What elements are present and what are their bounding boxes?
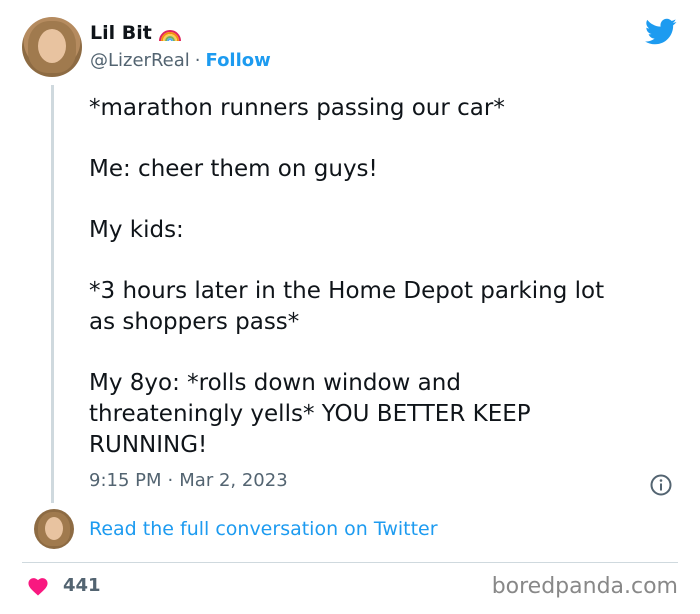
thread-line (51, 85, 54, 503)
avatar[interactable] (22, 17, 82, 77)
tweet-line: *marathon runners passing our car* (89, 95, 505, 121)
tweet-date: Mar 2, 2023 (179, 470, 288, 491)
info-icon[interactable] (650, 474, 672, 496)
like-count: 441 (63, 575, 101, 596)
user-name-row: Lil Bit (90, 22, 182, 44)
divider (22, 562, 678, 563)
tweet-line: My 8yo: *rolls down window and (89, 370, 461, 396)
separator-dot: · (194, 50, 201, 71)
tweet-line: threateningly yells* YOU BETTER KEEP (89, 401, 531, 427)
user-name[interactable]: Lil Bit (90, 22, 152, 44)
tweet-line: as shoppers pass* (89, 309, 300, 335)
handle-row: @LizerReal · Follow (90, 50, 271, 71)
avatar[interactable] (34, 509, 74, 549)
tweet-line: *3 hours later in the Home Depot parking… (89, 278, 605, 304)
tweet-line: RUNNING! (89, 432, 208, 458)
tweet-text: *marathon runners passing our car* Me: c… (89, 93, 679, 461)
user-handle[interactable]: @LizerReal (90, 50, 190, 71)
rainbow-icon (158, 30, 181, 42)
follow-button[interactable]: Follow (206, 50, 271, 71)
heart-icon[interactable] (27, 576, 49, 596)
twitter-bird-icon[interactable] (645, 18, 677, 46)
watermark: boredpanda.com (491, 574, 678, 599)
tweet-line: Me: cheer them on guys! (89, 156, 378, 182)
tweet-card: Lil Bit @LizerReal · Follow *marathon runn… (0, 0, 700, 614)
read-conversation-link[interactable]: Read the full conversation on Twitter (89, 518, 438, 540)
tweet-timestamp[interactable]: 9:15 PM · Mar 2, 2023 (89, 470, 288, 491)
tweet-line: My kids: (89, 217, 184, 243)
tweet-time: 9:15 PM (89, 470, 162, 491)
separator-dot: · (167, 470, 174, 491)
like-area[interactable]: 441 (27, 575, 101, 596)
